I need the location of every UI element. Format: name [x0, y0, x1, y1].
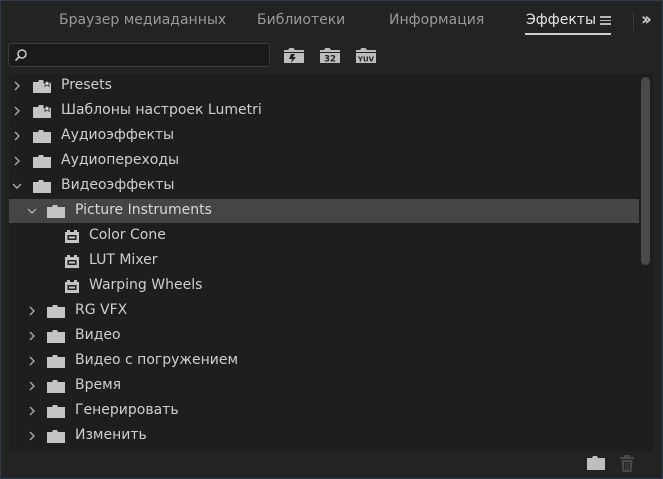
- tree-row-immersive-video[interactable]: Видео с погружением: [9, 349, 639, 373]
- effect-clip-icon: [65, 255, 79, 268]
- chevron-right-icon[interactable]: [11, 80, 23, 92]
- folder-icon: [47, 355, 65, 368]
- tree-row-video-effects[interactable]: Видеоэффекты: [9, 174, 639, 198]
- folder-icon: [47, 205, 65, 218]
- chevron-right-icon[interactable]: [11, 130, 23, 142]
- tree-row-audio-effects[interactable]: Аудиоэффекты: [9, 124, 639, 148]
- folder-icon: [47, 330, 65, 343]
- tree-row-warping-wheels[interactable]: Warping Wheels: [9, 274, 639, 298]
- chevron-right-icon[interactable]: [26, 380, 38, 392]
- folder-icon: [47, 305, 65, 318]
- chevron-right-icon[interactable]: [26, 355, 38, 367]
- chevron-right-icon[interactable]: [11, 105, 23, 117]
- yuv-effects-icon[interactable]: YUV: [355, 45, 377, 65]
- tab-bar: Браузер медиаданных Библиотеки Информаци…: [1, 1, 662, 41]
- effects-panel: Браузер медиаданных Библиотеки Информаци…: [0, 0, 663, 479]
- starred-folder-icon: [33, 80, 51, 93]
- tree-row-rg-vfx[interactable]: RG VFX: [9, 299, 639, 323]
- vertical-scrollbar[interactable]: [639, 74, 653, 452]
- folder-icon: [47, 380, 65, 393]
- active-tab-indicator: [525, 33, 611, 35]
- starred-folder-icon: [33, 105, 51, 118]
- svg-text:YUV: YUV: [357, 56, 375, 64]
- tree-item-label: Warping Wheels: [89, 277, 203, 293]
- tree-item-label: Видео с погружением: [75, 352, 239, 368]
- tab-divider: [633, 11, 634, 31]
- tree-item-label: Шаблоны настроек Lumetri: [61, 102, 262, 118]
- folder-icon: [33, 130, 51, 143]
- tree-item-label: Presets: [61, 77, 112, 93]
- tree-item-label: Видео: [75, 327, 121, 343]
- effects-tree[interactable]: Presets Шаблоны настроек Lumetri Аудиоэф…: [9, 74, 639, 452]
- svg-text:32: 32: [324, 55, 336, 65]
- tree-item-label: Аудиопереходы: [61, 152, 180, 168]
- chevron-right-icon[interactable]: [26, 405, 38, 417]
- accelerated-effects-icon[interactable]: [283, 45, 305, 65]
- folder-icon: [33, 155, 51, 168]
- tree-item-label: Аудиоэффекты: [61, 127, 175, 143]
- tree-item-label: Color Cone: [89, 227, 166, 243]
- new-bin-icon[interactable]: [587, 456, 605, 470]
- 32-bit-color-icon[interactable]: 32: [319, 45, 341, 65]
- tree-row-lumetri-presets[interactable]: Шаблоны настроек Lumetri: [9, 99, 639, 123]
- chevron-right-icon[interactable]: [26, 305, 38, 317]
- chevron-down-icon[interactable]: [26, 205, 38, 217]
- tree-row-audio-transitions[interactable]: Аудиопереходы: [9, 149, 639, 173]
- tree-row-picture-instruments[interactable]: Picture Instruments: [9, 199, 639, 223]
- chevron-down-icon[interactable]: [11, 180, 23, 192]
- tab-overflow-icon[interactable]: ››: [641, 9, 652, 30]
- folder-icon: [47, 405, 65, 418]
- tree-item-label: LUT Mixer: [89, 252, 158, 268]
- panel-menu-icon[interactable]: [600, 14, 611, 26]
- tree-item-label: Picture Instruments: [75, 202, 212, 218]
- folder-icon: [33, 180, 51, 193]
- tab-media-browser[interactable]: Браузер медиаданных: [59, 12, 226, 28]
- tree-item-label: Изменить: [75, 427, 147, 443]
- tab-info[interactable]: Информация: [389, 12, 484, 28]
- tab-effects[interactable]: Эффекты: [526, 12, 596, 28]
- search-input[interactable]: [8, 43, 270, 67]
- tree-row-time[interactable]: Время: [9, 374, 639, 398]
- tree-item-label: Генерировать: [75, 402, 179, 418]
- chevron-right-icon[interactable]: [26, 430, 38, 442]
- tree-item-label: Время: [75, 377, 122, 393]
- tree-row-presets[interactable]: Presets: [9, 74, 639, 98]
- panel-footer: [1, 453, 662, 478]
- tree-item-label: Видеоэффекты: [61, 177, 175, 193]
- tree-row-distort[interactable]: Изменить: [9, 424, 639, 448]
- effect-clip-icon: [65, 230, 79, 243]
- folder-icon: [47, 430, 65, 443]
- tree-row-color-cone[interactable]: Color Cone: [9, 224, 639, 248]
- chevron-right-icon[interactable]: [26, 330, 38, 342]
- search-icon: [14, 49, 27, 62]
- tab-libraries[interactable]: Библиотеки: [257, 12, 345, 28]
- tree-item-label: RG VFX: [75, 302, 128, 318]
- scrollbar-thumb[interactable]: [641, 77, 650, 265]
- tree-row-video[interactable]: Видео: [9, 324, 639, 348]
- tree-row-lut-mixer[interactable]: LUT Mixer: [9, 249, 639, 273]
- effect-clip-icon: [65, 280, 79, 293]
- trash-icon[interactable]: [619, 455, 635, 472]
- chevron-right-icon[interactable]: [11, 155, 23, 167]
- tree-row-generate[interactable]: Генерировать: [9, 399, 639, 423]
